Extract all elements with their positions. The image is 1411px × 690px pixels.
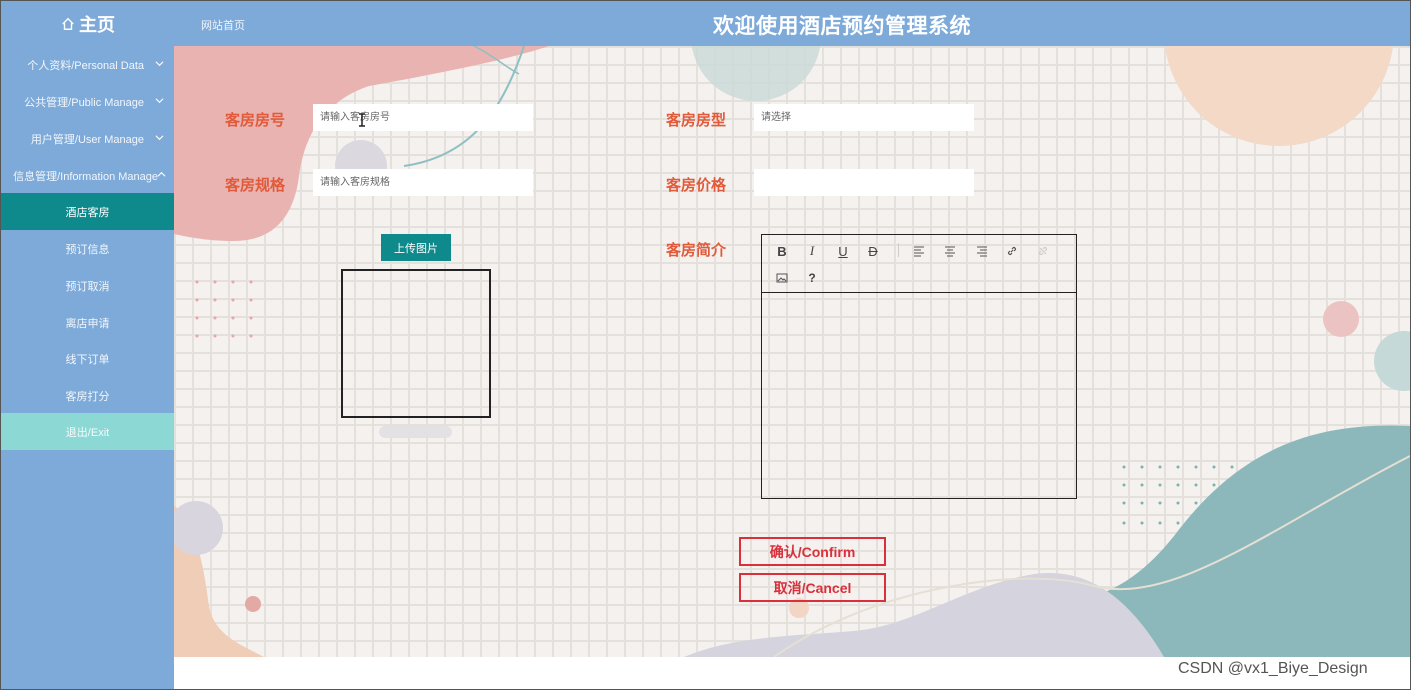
- home-link[interactable]: 主页: [61, 11, 115, 37]
- chevron-up-icon: [157, 171, 166, 177]
- sidebar-item-label: 预订取消: [65, 280, 110, 293]
- image-icon[interactable]: [771, 267, 793, 289]
- sidebar-item-label: 客房打分: [65, 390, 110, 403]
- room-type-select[interactable]: [754, 104, 974, 131]
- text-cursor-icon: [359, 113, 365, 127]
- sidebar-item-label: 线下订单: [65, 353, 110, 366]
- page-title: 欢迎使用酒店预约管理系统: [713, 15, 971, 38]
- editor-toolbar: B I U D ?: [762, 235, 1076, 293]
- bold-icon[interactable]: B: [771, 240, 793, 262]
- align-left-icon[interactable]: [908, 240, 930, 262]
- toolbar-divider: [898, 243, 899, 257]
- strikethrough-icon[interactable]: D: [862, 240, 884, 262]
- chevron-down-icon: [155, 135, 164, 141]
- home-label: 主页: [79, 15, 115, 35]
- sidebar-item-label: 退出/Exit: [65, 426, 110, 439]
- top-header: 主页 网站首页 欢迎使用酒店预约管理系统: [1, 1, 1410, 46]
- underline-icon[interactable]: U: [832, 240, 854, 262]
- align-right-icon[interactable]: [971, 240, 993, 262]
- sidebar-group-personal-data[interactable]: 个人资料/Personal Data: [1, 46, 174, 83]
- main-content: 客房房号 客房房型 客房规格 客房价格 上传图片 客房简介 B I U D: [174, 46, 1410, 657]
- sidebar-item-hotel-rooms[interactable]: 酒店客房: [1, 193, 174, 230]
- sidebar-group-information-manage[interactable]: 信息管理/Information Manage: [1, 157, 174, 194]
- sidebar: 个人资料/Personal Data 公共管理/Public Manage 用户…: [1, 46, 174, 689]
- sidebar-item-checkout-request[interactable]: 离店申请: [1, 304, 174, 341]
- sidebar-group-public-manage[interactable]: 公共管理/Public Manage: [1, 83, 174, 120]
- watermark: CSDN @vx1_Biye_Design: [1178, 660, 1368, 677]
- room-spec-label: 客房规格: [225, 177, 286, 194]
- sidebar-group-label: 个人资料/Personal Data: [27, 59, 144, 72]
- sidebar-item-booking-info[interactable]: 预订信息: [1, 230, 174, 267]
- sidebar-group-label: 公共管理/Public Manage: [24, 96, 144, 109]
- sidebar-item-label: 离店申请: [65, 317, 110, 330]
- room-number-label: 客房房号: [225, 112, 286, 129]
- room-type-label: 客房房型: [666, 112, 727, 129]
- sidebar-group-user-manage[interactable]: 用户管理/User Manage: [1, 120, 174, 157]
- confirm-button[interactable]: 确认/Confirm: [739, 537, 886, 566]
- chevron-down-icon: [155, 61, 164, 67]
- room-spec-input[interactable]: [313, 169, 533, 196]
- sidebar-item-booking-cancel[interactable]: 预订取消: [1, 267, 174, 304]
- chevron-down-icon: [155, 98, 164, 104]
- sidebar-item-label: 酒店客房: [65, 206, 110, 219]
- sidebar-item-label: 预订信息: [65, 243, 110, 256]
- image-preview-box[interactable]: [341, 269, 491, 418]
- sidebar-item-room-rating[interactable]: 客房打分: [1, 377, 174, 414]
- help-icon[interactable]: ?: [801, 267, 823, 289]
- room-price-label: 客房价格: [666, 177, 727, 194]
- sidebar-item-offline-orders[interactable]: 线下订单: [1, 340, 174, 377]
- unlink-icon[interactable]: [1032, 240, 1054, 262]
- room-price-input[interactable]: [754, 169, 974, 196]
- italic-icon[interactable]: I: [801, 240, 823, 262]
- room-intro-label: 客房简介: [666, 242, 727, 259]
- align-center-icon[interactable]: [939, 240, 961, 262]
- sidebar-group-label: 用户管理/User Manage: [30, 133, 144, 146]
- cancel-button[interactable]: 取消/Cancel: [739, 573, 886, 602]
- breadcrumb-home[interactable]: 网站首页: [201, 17, 245, 33]
- link-icon[interactable]: [1001, 240, 1023, 262]
- home-icon: [62, 17, 74, 30]
- rich-text-editor[interactable]: B I U D ?: [761, 234, 1077, 499]
- sidebar-item-exit[interactable]: 退出/Exit: [1, 413, 174, 450]
- room-number-input[interactable]: [313, 104, 533, 131]
- upload-image-button[interactable]: 上传图片: [381, 234, 451, 261]
- upload-progress-bar: [379, 426, 452, 438]
- sidebar-group-label: 信息管理/Information Manage: [13, 170, 158, 183]
